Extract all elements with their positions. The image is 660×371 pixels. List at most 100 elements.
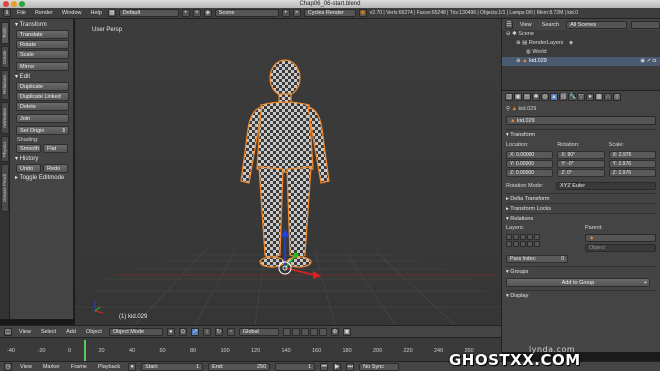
record-icon[interactable]: ● [128, 362, 137, 371]
play-icon[interactable]: ▶ [333, 362, 342, 371]
shading-mode-icon[interactable]: ● [166, 327, 175, 336]
menu-view[interactable]: View [517, 22, 535, 28]
screen-layout-field[interactable]: Default [118, 9, 179, 17]
menu-add[interactable]: Add [63, 329, 79, 335]
relations-panel-header[interactable]: ▾ Relations [506, 213, 656, 223]
rotation-mode-select[interactable]: XYZ Euler [556, 182, 656, 190]
transform-orientation-select[interactable]: Global [238, 327, 279, 336]
scale-button[interactable]: Scale [16, 50, 69, 59]
tab-tools[interactable]: Tools [1, 22, 9, 44]
outliner-search-input[interactable] [630, 20, 660, 29]
outliner[interactable]: ⊖ ✱ Scene ⊕ ▤ RenderLayers ◈ ◍ World ⊕ ▲… [501, 30, 660, 90]
pivot-point-icon[interactable]: ⊙ [178, 327, 187, 336]
smooth-button[interactable]: Smooth [16, 144, 41, 153]
rotation-z-field[interactable]: Z: 0° [557, 169, 605, 177]
menu-file[interactable]: File [14, 10, 29, 16]
editor-type-icon[interactable]: ◫ [4, 327, 12, 336]
mode-select[interactable]: Object Mode [108, 327, 163, 336]
add-layout-icon[interactable]: + [181, 9, 190, 17]
timeline-editor[interactable]: -40 -20 0 20 40 60 80 100 120 140 160 180 200 220 240 2… [0, 337, 501, 362]
add-to-group-button[interactable]: Add to Group + [506, 278, 650, 287]
outliner-row-kid029[interactable]: ⊕ ▲ kid.029 ◉ ➚ ◘ [502, 57, 660, 66]
pin-icon[interactable]: ⚲ [506, 106, 510, 112]
tab-physics[interactable]: Physics [1, 136, 9, 162]
jump-start-icon[interactable]: ⏮ [320, 362, 329, 371]
undo-button[interactable]: Undo [16, 164, 41, 173]
end-frame-field[interactable]: End: 250 [208, 362, 271, 371]
delete-button[interactable]: Delete [16, 102, 69, 111]
physics-tab-icon[interactable]: ◎ [613, 93, 621, 101]
menu-search[interactable]: Search [539, 22, 562, 28]
selectable-cursor-icon[interactable]: ➚ [647, 58, 652, 64]
display-panel-header[interactable]: ▾ Display [506, 290, 656, 300]
object-name-field[interactable]: ▲ kid.029 [506, 116, 656, 125]
data-tab-icon[interactable]: ▽ [577, 93, 585, 101]
flat-button[interactable]: Flat [43, 144, 68, 153]
mirror-button[interactable]: Mirror [16, 62, 69, 71]
translate-button[interactable]: Translate [16, 30, 69, 39]
menu-select[interactable]: Select [38, 329, 59, 335]
material-tab-icon[interactable]: ● [586, 93, 594, 101]
texture-tab-icon[interactable]: ▩ [595, 93, 603, 101]
close-window-button[interactable] [3, 1, 9, 7]
zoom-window-button[interactable] [19, 1, 25, 7]
menu-object[interactable]: Object [83, 329, 105, 335]
scene-tab-icon[interactable]: ✱ [532, 93, 540, 101]
editor-type-icon[interactable]: ℹ [3, 9, 11, 17]
scale-x-field[interactable]: X: 2.976 [608, 151, 656, 159]
scale-z-field[interactable]: Z: 2.976 [608, 169, 656, 177]
menu-frame[interactable]: Frame [68, 364, 90, 370]
tab-create[interactable]: Create [1, 46, 9, 68]
expand-icon[interactable]: ⊕ [516, 58, 521, 64]
tab-animation[interactable]: Animation [1, 102, 9, 134]
delta-transform-panel-header[interactable]: ▸ Delta Transform [506, 193, 656, 203]
duplicate-button[interactable]: Duplicate [16, 82, 69, 91]
rotation-y-field[interactable]: Y: -0° [557, 160, 605, 168]
current-frame-cursor[interactable] [84, 340, 86, 362]
parent-type-select[interactable]: Object [585, 244, 656, 252]
frame-ruler[interactable]: -40 -20 0 20 40 60 80 100 120 140 160 180 200 220 240 2… [0, 348, 501, 356]
transform-panel-header[interactable]: ▾ Transform [506, 129, 656, 139]
outliner-row-world[interactable]: ◍ World [502, 48, 660, 57]
outliner-row-renderlayers[interactable]: ⊕ ▤ RenderLayers ◈ [502, 39, 660, 48]
set-origin-button[interactable]: Set Origin ⇕ [16, 126, 69, 135]
panel-transform-header[interactable]: ▾ Transform [13, 21, 70, 30]
constraints-tab-icon[interactable]: ⛓ [559, 93, 568, 101]
menu-window[interactable]: Window [59, 10, 85, 16]
editor-type-icon[interactable]: ▥ [505, 93, 513, 101]
menu-view[interactable]: View [17, 364, 35, 370]
location-y-field[interactable]: Y: 0.00000 [506, 160, 554, 168]
panel-edit-header[interactable]: ▾ Edit [13, 73, 70, 82]
menu-render[interactable]: Render [32, 10, 56, 16]
add-scene-icon[interactable]: + [281, 9, 290, 17]
object-tab-icon[interactable]: ▲ [550, 93, 558, 101]
visibility-eye-icon[interactable]: ◉ [640, 58, 645, 64]
menu-view[interactable]: View [16, 329, 34, 335]
layer-buttons[interactable] [282, 327, 327, 336]
tab-grease-pencil[interactable]: Grease Pencil [1, 164, 9, 212]
expand-icon[interactable]: ⊕ [516, 40, 521, 46]
menu-playback[interactable]: Playback [95, 364, 123, 370]
y-handle-icon[interactable] [293, 252, 299, 258]
tab-relations[interactable]: Relations [1, 70, 9, 100]
sync-mode-select[interactable]: No Sync [359, 362, 400, 371]
editor-type-icon[interactable]: ◷ [4, 362, 12, 371]
location-z-field[interactable]: Z: 0.00000 [506, 169, 554, 177]
remove-layout-icon[interactable]: × [192, 9, 201, 17]
toggle-editmode-operator[interactable]: ▸ Toggle Editmode [13, 174, 70, 183]
render-preview-icon[interactable]: ▣ [342, 327, 351, 336]
rotate-manipulator-icon[interactable]: ↻ [214, 327, 223, 336]
redo-button[interactable]: Redo [43, 164, 68, 173]
rotation-x-field[interactable]: X: 90° [557, 151, 605, 159]
menu-help[interactable]: Help [87, 10, 104, 16]
remove-scene-icon[interactable]: × [292, 9, 301, 17]
pass-index-field[interactable]: Pass Index: 0 [506, 255, 568, 263]
location-x-field[interactable]: X: 0.00000 [506, 151, 554, 159]
transform-locks-panel-header[interactable]: ▸ Transform Locks [506, 203, 656, 213]
jump-end-icon[interactable]: ⏭ [346, 362, 355, 371]
join-button[interactable]: Join [16, 114, 69, 123]
scene-field[interactable]: Scene [214, 9, 279, 17]
translate-manipulator-icon[interactable]: ↕ [202, 327, 211, 336]
render-engine-select[interactable]: Cycles Render [303, 9, 356, 17]
object-layers-grid[interactable] [506, 234, 577, 247]
